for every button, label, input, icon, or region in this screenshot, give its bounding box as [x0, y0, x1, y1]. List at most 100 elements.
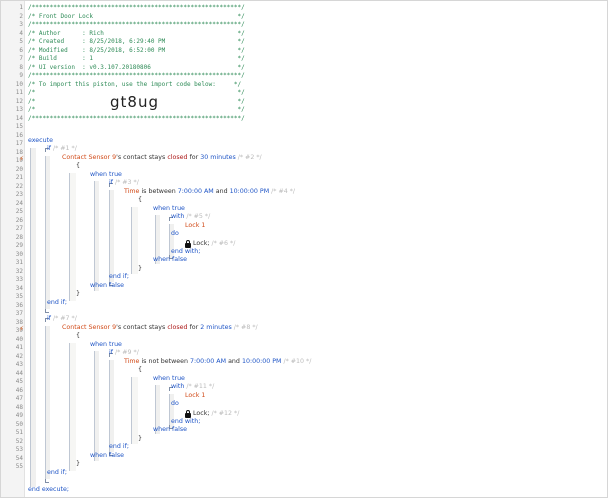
- statement-id: /* #9 */: [114, 349, 139, 356]
- statement-id: /* #1 */: [52, 145, 77, 152]
- when-true-label[interactable]: when true: [90, 171, 122, 179]
- line-number: 55: [15, 463, 23, 470]
- when-false-label[interactable]: when false: [153, 256, 187, 264]
- line-number: 28: [15, 233, 23, 241]
- command-name: Lock;: [193, 410, 210, 417]
- when-true-label[interactable]: when true: [153, 205, 185, 213]
- if-keyword: if: [47, 315, 51, 322]
- line-number: 29: [15, 242, 23, 249]
- header-line: /* Created : 8/25/2018, 6:29:40 PM */: [28, 38, 245, 45]
- time-end: 10:00:00 PM: [241, 357, 282, 365]
- line-number: 24: [15, 199, 23, 207]
- brace: {: [76, 332, 81, 339]
- line-number: 34: [15, 284, 23, 292]
- if-statement[interactable]: if /* #3 */: [109, 179, 139, 187]
- when-false-label[interactable]: when false: [90, 282, 124, 290]
- brace: }: [76, 460, 81, 467]
- line-number: 30: [15, 250, 23, 258]
- end-with-keyword: end with;: [171, 417, 201, 425]
- condition-device: Contact Sensor 9: [62, 153, 117, 161]
- condition-for: for: [189, 153, 199, 161]
- if-end-hook: [45, 479, 49, 483]
- line-number: 5: [19, 38, 23, 45]
- statement-id: /* #3 */: [114, 179, 139, 186]
- block-rail: [69, 343, 76, 471]
- line-number: 17: [15, 140, 23, 147]
- line-number: 53: [15, 446, 23, 453]
- line-number: 36: [15, 301, 23, 309]
- block-rail: [131, 377, 138, 444]
- line-number: 46: [15, 386, 23, 394]
- header-line: /* Front Door Lock */: [28, 12, 245, 20]
- end-if-keyword: end if;: [109, 273, 129, 280]
- brace: {: [76, 162, 81, 169]
- when-false-label[interactable]: when false: [153, 426, 187, 434]
- when-false-label[interactable]: when false: [90, 452, 124, 460]
- end-execute-keyword[interactable]: end execute;: [28, 486, 69, 494]
- line-number: 14: [15, 114, 23, 122]
- line-number: 26: [15, 216, 23, 224]
- line-number: 52: [15, 437, 23, 445]
- condition-attribute: 's contact: [116, 153, 147, 161]
- header-line: /***************************************…: [28, 114, 245, 122]
- line-number: 1: [19, 4, 23, 11]
- header-line: /***************************************…: [28, 72, 245, 79]
- time-and: and: [215, 187, 228, 195]
- device-lock-1[interactable]: Lock 1: [185, 222, 205, 230]
- block-rail: [69, 173, 76, 301]
- header-line: /* UI version : v0.3.107.20180806 */: [28, 63, 245, 71]
- brace: }: [76, 290, 81, 297]
- line-number: 8: [19, 63, 23, 71]
- header-line: /* Modified : 8/25/2018, 6:52:00 PM */: [28, 46, 245, 54]
- device-lock-1[interactable]: Lock 1: [185, 392, 205, 400]
- with-statement[interactable]: with /* #11 */: [171, 383, 214, 391]
- statement-id: /* #7 */: [52, 315, 77, 322]
- end-with-keyword: end with;: [171, 247, 201, 255]
- line-number: 37: [15, 310, 23, 317]
- line-number: 25: [15, 208, 23, 215]
- when-true-rail: [94, 181, 99, 291]
- when-true-rail: [94, 351, 99, 461]
- line-number: 22: [15, 182, 23, 190]
- line-number: 10: [15, 80, 23, 88]
- condition[interactable]: Contact Sensor 9's contact stays closed …: [62, 324, 258, 332]
- line-number: 2: [19, 12, 23, 20]
- condition[interactable]: Contact Sensor 9's contact stays closed …: [62, 154, 262, 162]
- condition-value: closed: [167, 153, 188, 161]
- command-name: Lock;: [193, 240, 210, 247]
- header-line: /* To import this piston, use the import…: [28, 80, 242, 88]
- execute-keyword[interactable]: execute: [28, 137, 53, 145]
- condition-operator: stays: [148, 153, 166, 161]
- header-line: /***************************************…: [28, 21, 245, 28]
- header-line: /***************************************…: [28, 4, 245, 11]
- when-true-label[interactable]: when true: [153, 375, 185, 383]
- line-number: 40: [15, 335, 23, 343]
- line-number: 11: [15, 89, 23, 96]
- if-statement[interactable]: if /* #7 */: [47, 315, 77, 323]
- line-number: 23: [15, 191, 23, 198]
- line-number: 54: [15, 454, 23, 462]
- condition-id: /* #2 */: [237, 153, 262, 161]
- with-statement[interactable]: with /* #5 */: [171, 213, 210, 221]
- line-number: 16: [15, 131, 23, 139]
- if-statement[interactable]: if /* #9 */: [109, 349, 139, 357]
- line-number: 21: [15, 174, 23, 181]
- line-number: 48: [15, 403, 23, 411]
- if-statement[interactable]: if /* #1 */: [47, 145, 77, 153]
- when-true-label[interactable]: when true: [90, 341, 122, 349]
- import-code[interactable]: gt8ug: [110, 94, 159, 110]
- time-condition[interactable]: Time is not between 7:00:00 AM and 10:00…: [124, 358, 311, 366]
- time-label: Time: [124, 187, 140, 195]
- if-rail: [109, 190, 114, 282]
- line-number: 7: [19, 55, 23, 62]
- time-end: 10:00:00 PM: [229, 187, 270, 195]
- block-rail: [131, 207, 138, 274]
- header-line: /* Build : 1 */: [28, 55, 245, 62]
- time-condition[interactable]: Time is between 7:00:00 AM and 10:00:00 …: [124, 188, 295, 196]
- if-keyword: if: [109, 179, 113, 186]
- line-number: 6: [19, 46, 23, 54]
- line-number: 35: [15, 293, 23, 300]
- trigger-lightning-icon: ⚡: [19, 325, 24, 333]
- task-id: /* #12 */: [211, 410, 240, 417]
- time-start: 7:00:00 AM: [177, 187, 214, 195]
